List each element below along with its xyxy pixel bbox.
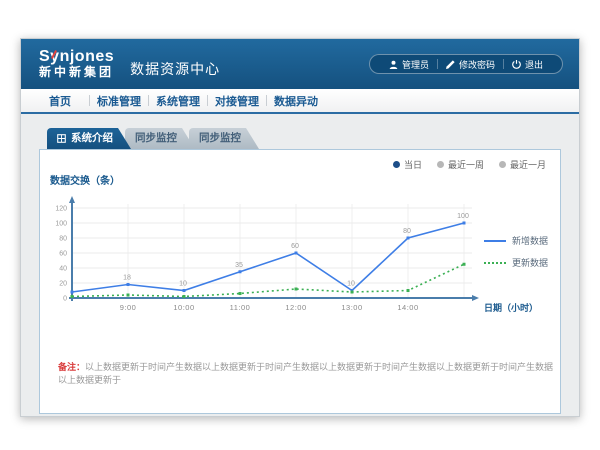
note-text: 以上数据更新于时间产生数据以上数据更新于时间产生数据以上数据更新于时间产生数据以…	[58, 362, 553, 385]
content-area: 系统介绍 同步监控 同步监控 当日 最近一周	[21, 114, 579, 418]
data-point[interactable]	[295, 252, 298, 255]
change-password-button[interactable]: 修改密码	[438, 58, 503, 71]
y-tick-label: 80	[59, 236, 67, 243]
x-tick-label: 11:00	[230, 303, 251, 312]
data-point[interactable]	[127, 283, 130, 286]
x-tick-label: 12:00	[285, 303, 306, 312]
point-value-label: 100	[457, 213, 469, 220]
y-axis-arrow-icon	[69, 196, 75, 203]
legend-item-new-data[interactable]: 新增数据	[484, 234, 548, 247]
filter-today[interactable]: 当日	[393, 158, 422, 171]
point-value-label: 80	[403, 228, 411, 235]
y-tick-label: 20	[59, 281, 67, 288]
data-point[interactable]	[407, 289, 410, 292]
data-point[interactable]	[183, 295, 186, 298]
data-point[interactable]	[351, 291, 354, 294]
data-point[interactable]	[239, 270, 242, 273]
data-point[interactable]	[463, 222, 466, 225]
data-point[interactable]	[183, 289, 186, 292]
point-value-label: 35	[235, 262, 243, 269]
chart-card: 当日 最近一周 最近一月 数据交换（条） 0 20 40 60 80 100 120 9:00…	[39, 149, 561, 414]
data-point[interactable]	[71, 291, 74, 294]
y-tick-label: 0	[63, 296, 67, 303]
y-tick-label: 120	[55, 206, 67, 213]
data-point[interactable]	[295, 288, 298, 291]
nav-item-system-mgmt[interactable]: 系统管理	[149, 93, 207, 109]
x-tick-label: 9:00	[120, 303, 137, 312]
logout-button[interactable]: 退出	[504, 58, 551, 71]
point-value-label: 10	[179, 281, 187, 288]
page-title: 数据资源中心	[130, 59, 220, 79]
footer-note: 备注：以上数据更新于时间产生数据以上数据更新于时间产生数据以上数据更新于时间产生…	[58, 360, 558, 386]
chart-legend: 新增数据 更新数据	[484, 234, 548, 278]
solid-line-swatch-icon	[484, 240, 506, 242]
filter-last-week[interactable]: 最近一周	[437, 158, 484, 171]
radio-dot-icon	[437, 161, 444, 168]
tab-sync-monitor-2[interactable]: 同步监控	[189, 128, 259, 149]
tab-system-intro[interactable]: 系统介绍	[47, 128, 131, 149]
user-toolbar: 管理员 修改密码 退出	[369, 54, 563, 74]
x-axis-arrow-icon	[472, 295, 479, 301]
point-value-label: 18	[123, 275, 131, 282]
x-axis-title: 日期（小时）	[484, 302, 538, 313]
main-nav: 首页 标准管理 系统管理 对接管理 数据异动	[21, 89, 579, 114]
tab-bar: 系统介绍 同步监控 同步监控	[47, 128, 561, 149]
edit-icon	[446, 60, 455, 69]
y-tick-label: 40	[59, 266, 67, 273]
point-value-label: 10	[347, 281, 355, 288]
data-point[interactable]	[463, 263, 466, 266]
filter-last-month[interactable]: 最近一月	[499, 158, 546, 171]
nav-item-interface-mgmt[interactable]: 对接管理	[208, 93, 266, 109]
app-window: Synjones 新中新集团 数据资源中心 管理员 修改密码 退出 首页	[20, 38, 580, 417]
user-icon	[389, 60, 398, 69]
nav-item-standard-mgmt[interactable]: 标准管理	[90, 93, 148, 109]
data-point[interactable]	[71, 295, 74, 298]
point-value-label: 60	[291, 243, 299, 250]
x-tick-label: 13:00	[341, 303, 362, 312]
x-tick-label: 14:00	[397, 303, 418, 312]
nav-item-data-change[interactable]: 数据异动	[267, 93, 325, 109]
y-tick-label: 100	[55, 221, 67, 228]
data-point[interactable]	[407, 237, 410, 240]
legend-item-update-data[interactable]: 更新数据	[484, 256, 548, 269]
radio-dot-icon	[499, 161, 506, 168]
data-point[interactable]	[127, 294, 130, 297]
data-point[interactable]	[239, 292, 242, 295]
power-icon	[512, 60, 521, 69]
company-logo: Synjones 新中新集团	[39, 49, 114, 78]
y-axis-title: 数据交换（条）	[50, 172, 120, 187]
dotted-line-swatch-icon	[484, 262, 506, 264]
nav-item-home[interactable]: 首页	[31, 93, 89, 109]
radio-dot-icon	[393, 161, 400, 168]
note-label: 备注：	[58, 362, 85, 372]
app-header: Synjones 新中新集团 数据资源中心 管理员 修改密码 退出	[21, 39, 579, 89]
tab-sync-monitor-1[interactable]: 同步监控	[125, 128, 195, 149]
range-filters: 当日 最近一周 最近一月	[393, 158, 546, 171]
y-tick-label: 60	[59, 251, 67, 258]
document-grid-icon	[57, 134, 66, 143]
x-tick-label: 10:00	[173, 303, 194, 312]
current-user-button[interactable]: 管理员	[381, 58, 437, 71]
logo-text-cn: 新中新集团	[39, 66, 114, 79]
